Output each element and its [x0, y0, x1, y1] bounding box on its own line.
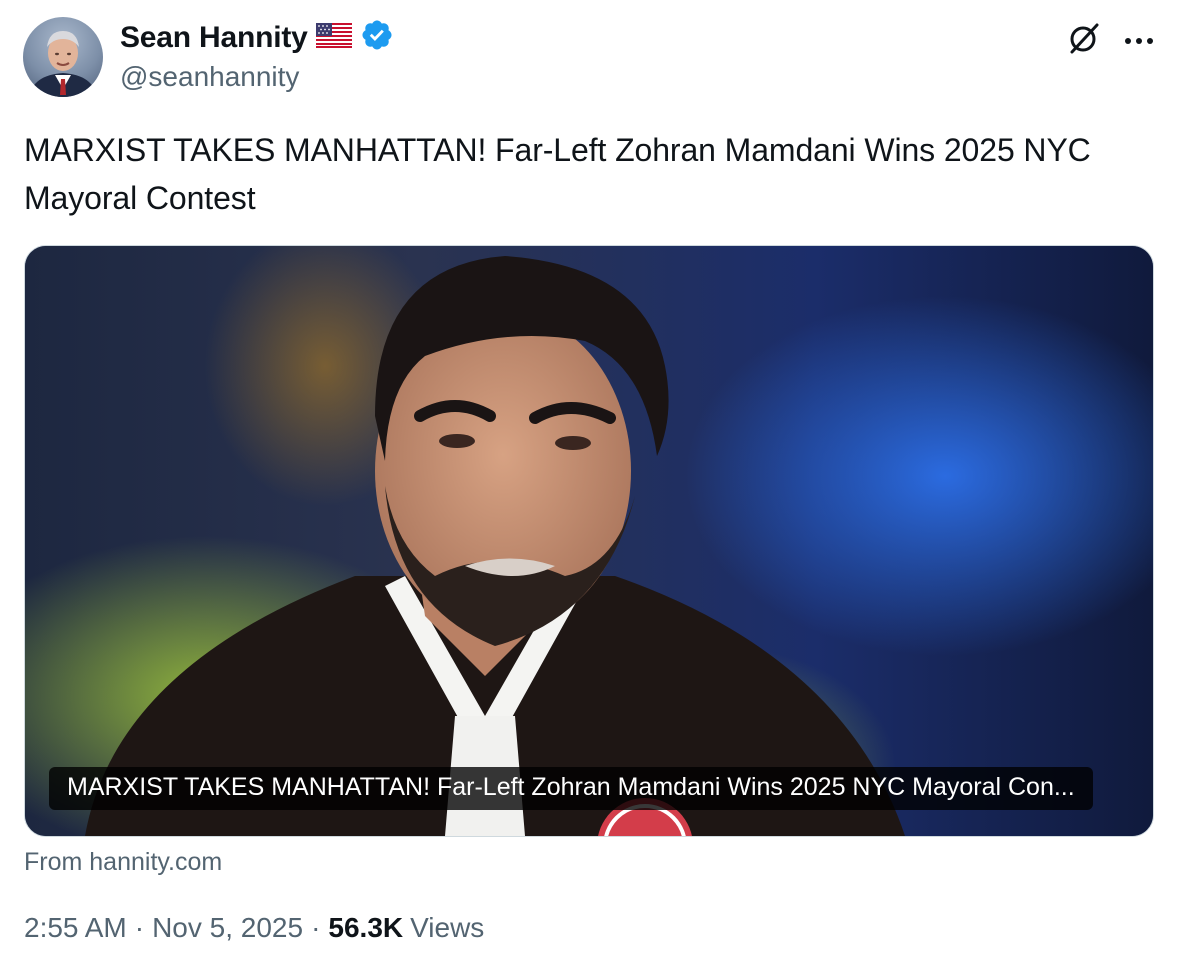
grok-icon[interactable] — [1066, 20, 1102, 61]
card-source[interactable]: From hannity.com — [24, 848, 222, 877]
us-flag-icon — [315, 22, 352, 53]
link-card[interactable]: MARXIST TAKES MANHATTAN! Far-Left Zohran… — [24, 245, 1154, 837]
card-image — [25, 246, 1153, 836]
author-name-row: Sean Hannity — [120, 18, 394, 57]
author-handle[interactable]: @seanhannity — [120, 61, 299, 93]
verified-badge-icon[interactable] — [360, 18, 394, 57]
more-icon[interactable] — [1124, 32, 1154, 50]
tweet-time[interactable]: 2:55 AM — [24, 912, 127, 944]
views-count: 56.3K — [328, 912, 404, 943]
meta-separator: · — [134, 912, 145, 943]
tweet-text: MARXIST TAKES MANHATTAN! Far-Left Zohran… — [24, 132, 1091, 216]
author-display-name[interactable]: Sean Hannity — [120, 21, 308, 55]
author-avatar[interactable] — [23, 17, 103, 97]
card-caption: MARXIST TAKES MANHATTAN! Far-Left Zohran… — [49, 767, 1093, 810]
tweet-actions — [1066, 20, 1154, 61]
tweet-meta: 2:55 AM · Nov 5, 2025 · 56.3K Views — [24, 912, 484, 944]
meta-separator-2: · — [311, 912, 321, 943]
tweet-date[interactable]: Nov 5, 2025 — [152, 912, 303, 944]
views-label: Views — [410, 912, 485, 943]
